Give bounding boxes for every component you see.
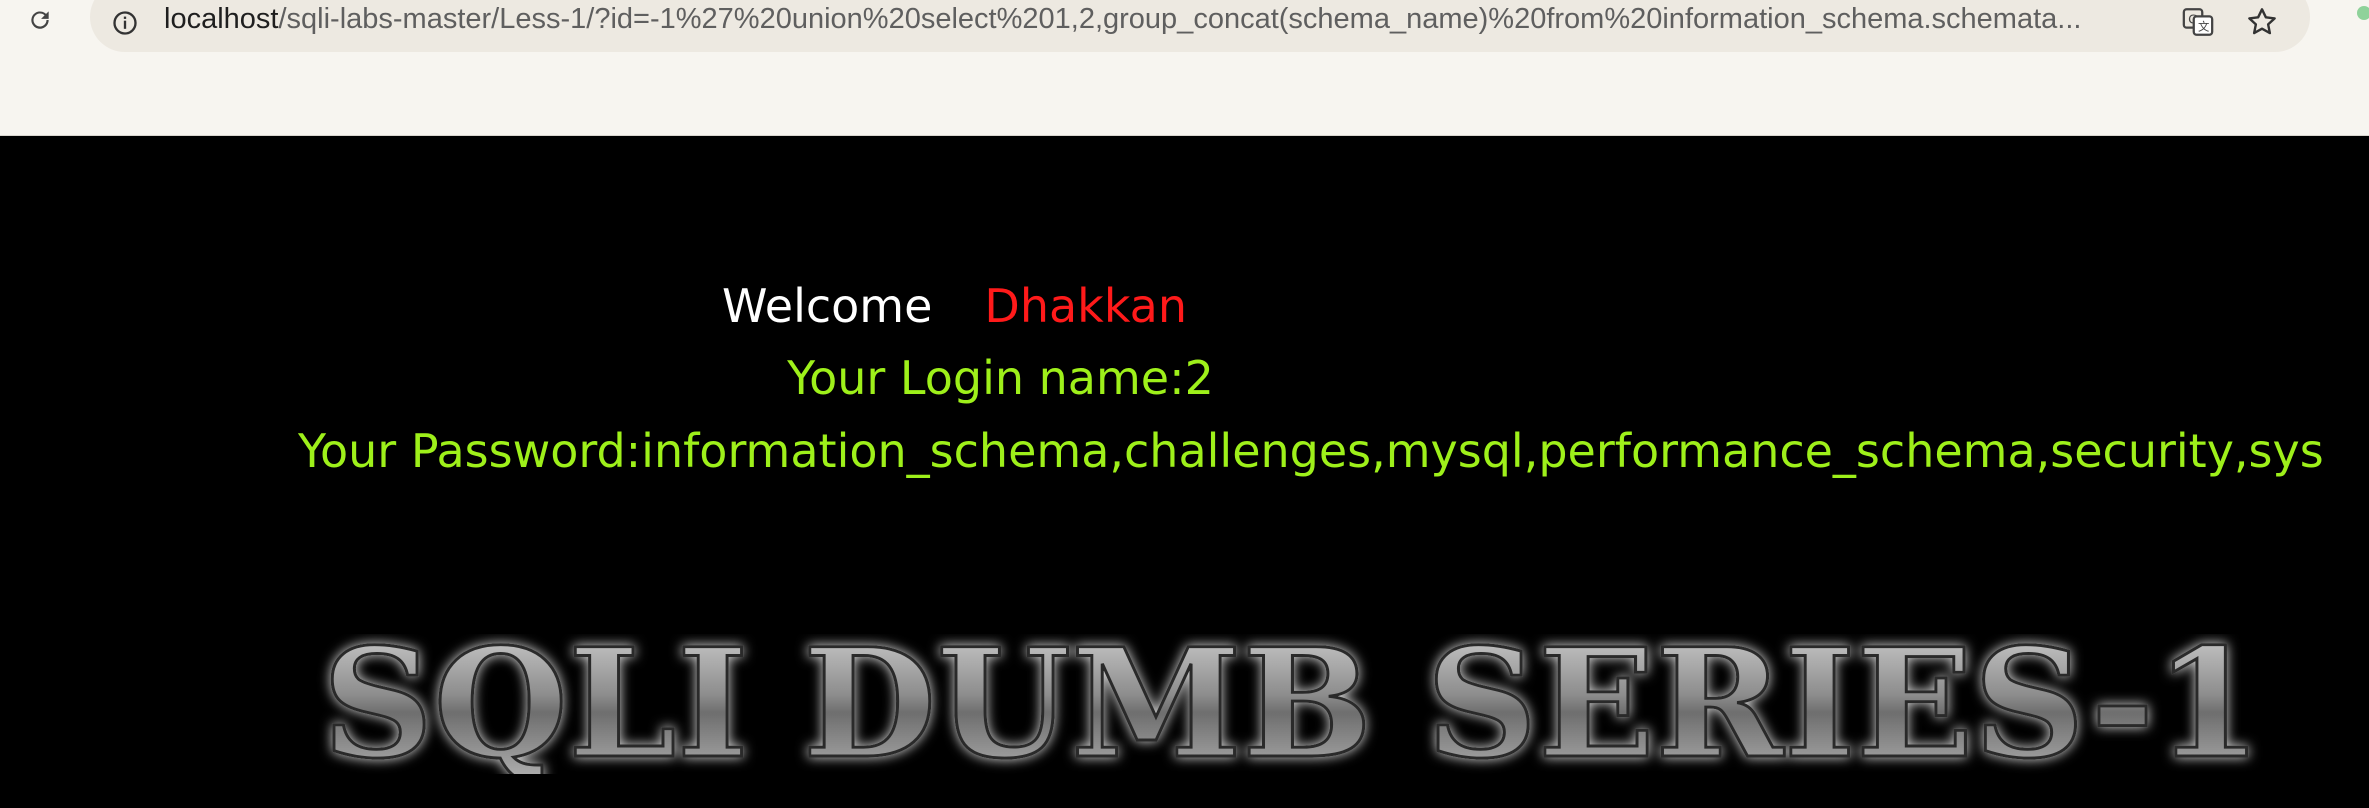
url-host: localhost bbox=[164, 3, 279, 35]
browser-toolbar: localhost/sqli-labs-master/Less-1/?id=-1… bbox=[0, 0, 2369, 136]
sqli-dumb-series-banner: SQLI DUMB SERIES-1 bbox=[321, 634, 2264, 774]
url-path: /sqli-labs-master/Less-1/?id=-1%27%20uni… bbox=[278, 3, 2082, 35]
page-content: Welcome Dhakkan Your Login name:2 Your Pa… bbox=[0, 136, 2369, 808]
address-bar[interactable]: localhost/sqli-labs-master/Less-1/?id=-1… bbox=[90, 0, 2310, 52]
reload-icon bbox=[31, 11, 49, 29]
welcome-username: Dhakkan bbox=[984, 279, 1187, 333]
translate-icon[interactable]: G 文 bbox=[2178, 2, 2218, 42]
bookmark-star-icon[interactable] bbox=[2242, 2, 2282, 42]
reload-button[interactable] bbox=[22, 2, 58, 38]
svg-text:文: 文 bbox=[2198, 20, 2209, 34]
url-text[interactable]: localhost/sqli-labs-master/Less-1/?id=-1… bbox=[164, 3, 2164, 36]
welcome-label: Welcome bbox=[722, 279, 933, 333]
site-info-icon[interactable] bbox=[108, 6, 142, 40]
banner-text: SQLI DUMB SERIES-1 bbox=[322, 634, 2262, 774]
welcome-line: Welcome Dhakkan bbox=[0, 279, 2139, 333]
password-line: Your Password:information_schema,challen… bbox=[298, 424, 2324, 478]
login-name-line: Your Login name:2 bbox=[787, 351, 1214, 405]
profile-indicator bbox=[2357, 6, 2369, 20]
